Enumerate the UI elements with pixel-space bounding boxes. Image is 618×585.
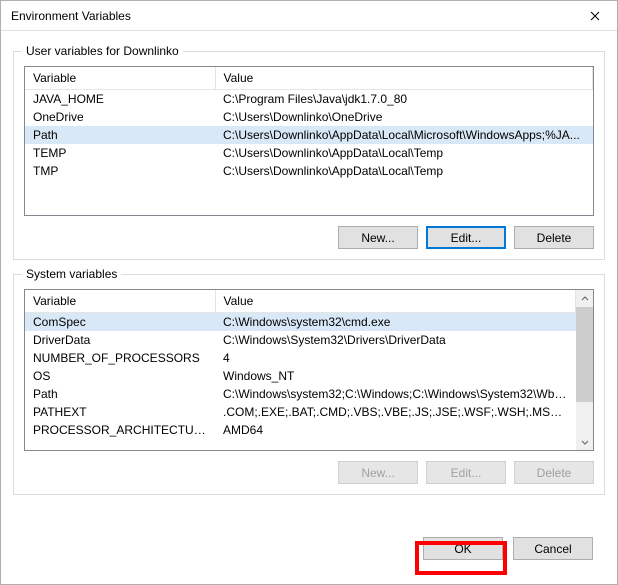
close-icon bbox=[590, 11, 600, 21]
col-header-value[interactable]: Value bbox=[215, 290, 576, 313]
table-row[interactable]: OSWindows_NT bbox=[25, 367, 576, 385]
dialog-footer: OK Cancel bbox=[1, 525, 617, 584]
system-vars-label: System variables bbox=[22, 267, 121, 281]
titlebar: Environment Variables bbox=[1, 1, 617, 31]
chevron-down-icon bbox=[581, 438, 589, 446]
table-row[interactable]: ComSpecC:\Windows\system32\cmd.exe bbox=[25, 313, 576, 332]
close-button[interactable] bbox=[572, 1, 617, 30]
table-row[interactable]: TMPC:\Users\Downlinko\AppData\Local\Temp bbox=[25, 162, 593, 180]
scroll-track[interactable] bbox=[576, 307, 593, 433]
scroll-down-button[interactable] bbox=[576, 433, 593, 450]
table-row[interactable]: PathC:\Windows\system32;C:\Windows;C:\Wi… bbox=[25, 385, 576, 403]
system-vars-table-wrap: Variable Value ComSpecC:\Windows\system3… bbox=[24, 289, 594, 451]
chevron-up-icon bbox=[581, 295, 589, 303]
scroll-up-button[interactable] bbox=[576, 290, 593, 307]
table-row[interactable]: DriverDataC:\Windows\System32\Drivers\Dr… bbox=[25, 331, 576, 349]
system-vars-group: System variables Variable Value ComSpecC… bbox=[13, 274, 605, 495]
table-row[interactable]: PATHEXT.COM;.EXE;.BAT;.CMD;.VBS;.VBE;.JS… bbox=[25, 403, 576, 421]
system-vars-table[interactable]: Variable Value ComSpecC:\Windows\system3… bbox=[25, 290, 576, 439]
user-new-button[interactable]: New... bbox=[338, 226, 418, 249]
col-header-value[interactable]: Value bbox=[215, 67, 593, 90]
col-header-variable[interactable]: Variable bbox=[25, 290, 215, 313]
system-new-button[interactable]: New... bbox=[338, 461, 418, 484]
window-title: Environment Variables bbox=[11, 9, 572, 23]
table-row[interactable]: NUMBER_OF_PROCESSORS4 bbox=[25, 349, 576, 367]
col-header-variable[interactable]: Variable bbox=[25, 67, 215, 90]
user-buttons-row: New... Edit... Delete bbox=[24, 226, 594, 249]
ok-button[interactable]: OK bbox=[423, 537, 503, 560]
dialog-content: User variables for Downlinko Variable Va… bbox=[1, 31, 617, 525]
table-row[interactable]: JAVA_HOMEC:\Program Files\Java\jdk1.7.0_… bbox=[25, 90, 593, 109]
system-scrollbar[interactable] bbox=[576, 290, 593, 450]
system-buttons-row: New... Edit... Delete bbox=[24, 461, 594, 484]
user-edit-button[interactable]: Edit... bbox=[426, 226, 506, 249]
user-vars-table-wrap: Variable Value JAVA_HOMEC:\Program Files… bbox=[24, 66, 594, 216]
scroll-thumb[interactable] bbox=[576, 307, 593, 402]
table-row[interactable]: OneDriveC:\Users\Downlinko\OneDrive bbox=[25, 108, 593, 126]
table-row[interactable]: TEMPC:\Users\Downlinko\AppData\Local\Tem… bbox=[25, 144, 593, 162]
system-edit-button[interactable]: Edit... bbox=[426, 461, 506, 484]
table-row[interactable]: PathC:\Users\Downlinko\AppData\Local\Mic… bbox=[25, 126, 593, 144]
cancel-button[interactable]: Cancel bbox=[513, 537, 593, 560]
user-vars-group: User variables for Downlinko Variable Va… bbox=[13, 51, 605, 260]
table-row[interactable]: PROCESSOR_ARCHITECTUREAMD64 bbox=[25, 421, 576, 439]
user-delete-button[interactable]: Delete bbox=[514, 226, 594, 249]
env-vars-dialog: Environment Variables User variables for… bbox=[0, 0, 618, 585]
user-vars-table[interactable]: Variable Value JAVA_HOMEC:\Program Files… bbox=[25, 67, 593, 180]
system-delete-button[interactable]: Delete bbox=[514, 461, 594, 484]
user-vars-label: User variables for Downlinko bbox=[22, 44, 183, 58]
